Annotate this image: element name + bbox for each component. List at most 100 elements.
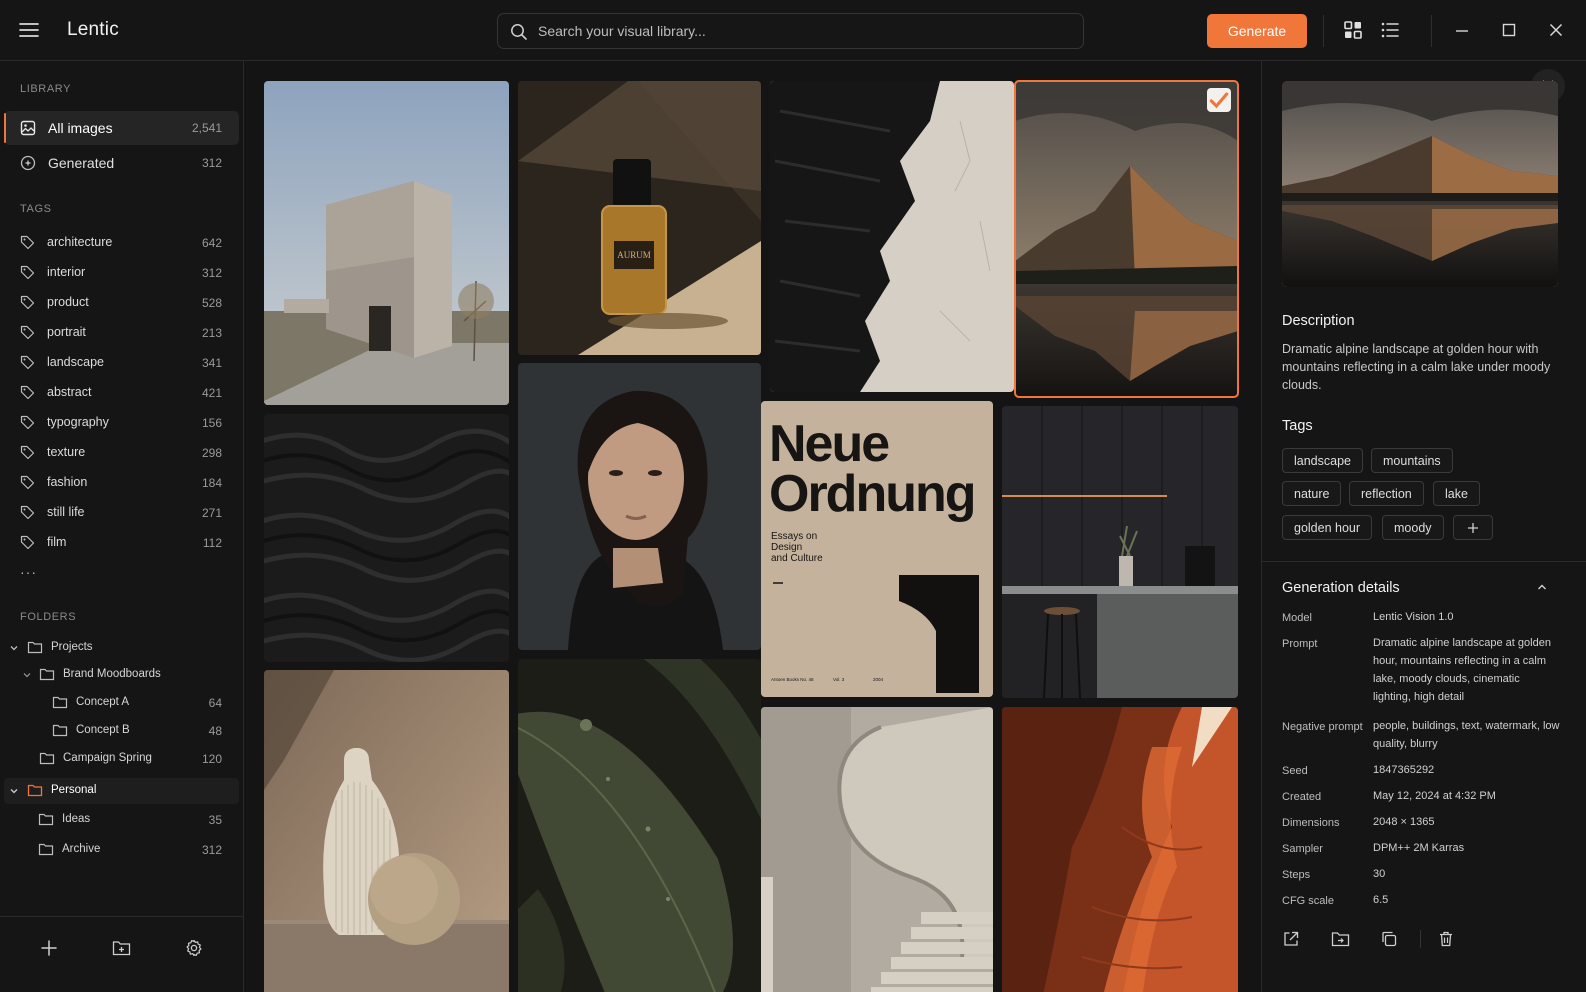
app-window: Lentic Generate LIBRARY (0, 0, 1586, 992)
selected-check-icon[interactable] (1207, 88, 1231, 112)
folder-personal[interactable]: Personal (4, 778, 239, 804)
maximize-icon[interactable] (1501, 20, 1517, 40)
texture-image[interactable] (770, 81, 1014, 392)
vase-image[interactable] (264, 670, 509, 992)
sidebar-tag-item[interactable]: fashion 184 (4, 468, 239, 496)
folders-section-label: FOLDERS (20, 611, 77, 623)
sidebar-item-count: 312 (201, 156, 222, 170)
poster-subtitle-line: and Culture (771, 553, 823, 564)
folder-icon (38, 842, 54, 856)
tag-chip[interactable]: reflection (1349, 481, 1424, 506)
image-gallery: AURUM Neue Ordnung Essays on Design and … (244, 61, 1261, 992)
leaf-image[interactable] (518, 659, 761, 992)
sidebar-tag-item[interactable]: portrait 213 (4, 318, 239, 346)
sidebar-item-generated[interactable]: Generated 312 (4, 146, 239, 180)
folder-brand-moodboards[interactable]: Brand Moodboards (4, 662, 239, 688)
folder-count: 64 (208, 696, 222, 710)
duplicate-icon[interactable] (1380, 930, 1398, 948)
chevron-down-icon[interactable] (9, 643, 19, 653)
tag-icon (20, 505, 35, 520)
sidebar-tag-count: 312 (201, 266, 222, 280)
description-text: Dramatic alpine landscape at golden hour… (1282, 342, 1551, 392)
tag-chip[interactable]: lake (1433, 481, 1480, 506)
search-box[interactable] (497, 13, 1084, 49)
poster-title-line2: Ordnung (769, 465, 975, 523)
list-view-icon[interactable] (1380, 20, 1400, 40)
open-external-icon[interactable] (1282, 930, 1300, 948)
tag-chip[interactable]: landscape (1282, 448, 1363, 473)
portrait-image[interactable] (518, 363, 761, 650)
sidebar-tag-count: 184 (201, 476, 222, 490)
folder-label: Archive (62, 843, 101, 855)
tag-chip[interactable]: moody (1382, 515, 1444, 540)
sidebar-tag-label: landscape (47, 355, 104, 369)
dark-waves-image[interactable] (264, 414, 509, 662)
sidebar-tag-label: product (47, 295, 89, 309)
folder-icon (39, 751, 55, 765)
tags-section-label: TAGS (20, 203, 52, 215)
plus-icon[interactable] (40, 939, 58, 957)
poster-footer-text: Vol. 3 (833, 677, 845, 682)
canyon-image[interactable] (1002, 707, 1238, 992)
folder-ideas[interactable]: Ideas 35 (4, 807, 239, 833)
close-icon[interactable] (1548, 20, 1564, 40)
perfume-image[interactable]: AURUM (518, 81, 761, 355)
generate-button[interactable]: Generate (1207, 14, 1307, 48)
grid-view-icon[interactable] (1343, 20, 1363, 40)
chevron-down-icon[interactable] (9, 786, 19, 796)
sidebar-tag-item[interactable]: still life 271 (4, 498, 239, 526)
sparkle-icon (20, 155, 36, 171)
sidebar-tag-item[interactable]: interior 312 (4, 258, 239, 286)
trash-icon[interactable] (1437, 930, 1455, 948)
sidebar-tag-item[interactable]: typography 156 (4, 408, 239, 436)
sidebar-item-label: Generated (48, 155, 115, 171)
top-bar: Lentic Generate (0, 0, 1586, 61)
description-heading: Description (1282, 313, 1355, 329)
chevron-up-icon[interactable] (1536, 581, 1548, 593)
move-to-folder-icon[interactable] (1331, 930, 1350, 948)
mountain-lake-image[interactable] (1014, 80, 1239, 398)
tag-icon (20, 265, 35, 280)
meta-key: Steps (1282, 869, 1311, 881)
poster-image[interactable]: Neue Ordnung Essays on Design and Cultur… (761, 401, 993, 697)
library-section-label: LIBRARY (20, 83, 72, 95)
meta-key: Seed (1282, 765, 1308, 777)
sidebar-tag-item[interactable]: film 112 (4, 528, 239, 556)
folder-concept-a[interactable]: Concept A 64 (4, 690, 239, 716)
folder-archive[interactable]: Archive 312 (4, 837, 239, 863)
folder-icon (27, 783, 43, 797)
folder-label: Brand Moodboards (63, 668, 161, 680)
sidebar-tag-item[interactable]: landscape 341 (4, 348, 239, 376)
app-title: Lentic (67, 19, 119, 40)
tag-chip[interactable]: nature (1282, 481, 1342, 506)
sidebar-tag-item[interactable]: product 528 (4, 288, 239, 316)
sidebar-tag-count: 642 (201, 236, 222, 250)
folder-concept-b[interactable]: Concept B 48 (4, 718, 239, 744)
sidebar-tag-count: 213 (201, 326, 222, 340)
tag-chip[interactable]: mountains (1371, 448, 1453, 473)
architecture-image[interactable] (264, 81, 509, 405)
sidebar-item-label: All images (48, 120, 113, 136)
minimize-icon[interactable] (1454, 20, 1470, 40)
sidebar-tag-item[interactable]: abstract 421 (4, 378, 239, 406)
search-input[interactable] (538, 14, 1068, 48)
kitchen-image[interactable] (1002, 406, 1238, 698)
sidebar-tag-item[interactable]: texture 298 (4, 438, 239, 466)
folder-campaign-spring[interactable]: Campaign Spring 120 (4, 746, 239, 772)
new-folder-icon[interactable] (112, 939, 131, 957)
poster-footer-text: 2004 (873, 677, 884, 682)
more-tags-button[interactable]: ··· (20, 564, 37, 580)
sidebar-tag-item[interactable]: architecture 642 (4, 228, 239, 256)
add-tag-button[interactable] (1453, 515, 1493, 540)
sidebar-tag-count: 156 (201, 416, 222, 430)
sidebar-tag-count: 528 (201, 296, 222, 310)
sidebar-item-all-images[interactable]: All images 2,541 (4, 111, 239, 145)
staircase-image[interactable] (761, 707, 993, 992)
sidebar-tag-label: still life (47, 505, 85, 519)
folder-icon (52, 695, 68, 709)
tag-chip[interactable]: golden hour (1282, 515, 1373, 540)
gear-icon[interactable] (185, 939, 203, 957)
hamburger-menu-icon[interactable] (18, 20, 40, 40)
folder-projects[interactable]: Projects (4, 635, 239, 661)
chevron-down-icon[interactable] (22, 670, 32, 680)
